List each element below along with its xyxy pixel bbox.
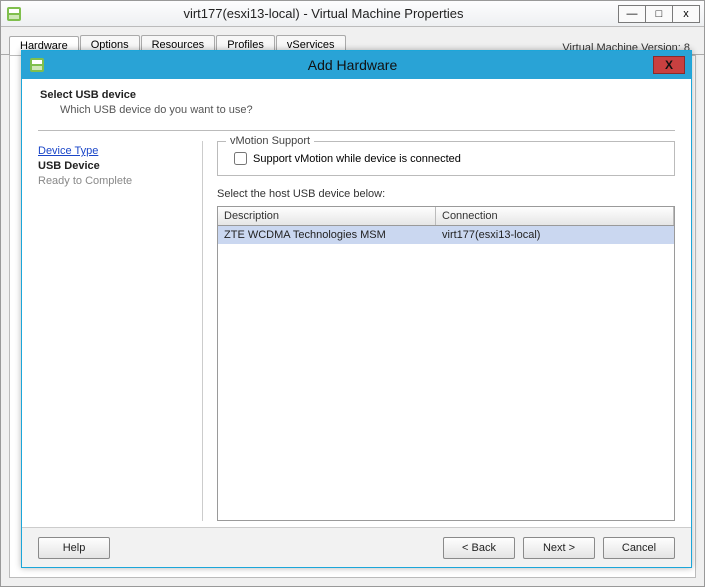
cell-description: ZTE WCDMA Technologies MSM	[218, 226, 436, 244]
parent-window-controls: — □ x	[618, 5, 700, 23]
close-icon: x	[683, 8, 689, 20]
parent-titlebar: virt177(esxi13-local) - Virtual Machine …	[1, 1, 704, 27]
close-button[interactable]: x	[672, 5, 700, 23]
close-icon: X	[665, 58, 673, 72]
col-description[interactable]: Description	[218, 207, 436, 225]
back-button[interactable]: < Back	[443, 537, 515, 559]
select-usb-instruction: Select the host USB device below:	[217, 188, 675, 200]
modal-footer: Help < Back Next > Cancel	[22, 527, 691, 567]
wizard-nav: Device Type USB Device Ready to Complete	[38, 141, 188, 521]
wizard-main: vMotion Support Support vMotion while de…	[217, 141, 675, 521]
grid-body: ZTE WCDMA Technologies MSM virt177(esxi1…	[218, 226, 674, 244]
help-button[interactable]: Help	[38, 537, 110, 559]
wizard-columns: Device Type USB Device Ready to Complete…	[38, 141, 675, 521]
vmotion-checkbox-row[interactable]: Support vMotion while device is connecte…	[234, 152, 664, 165]
maximize-icon: □	[656, 8, 663, 20]
vsphere-icon	[28, 56, 46, 74]
cell-connection: virt177(esxi13-local)	[436, 226, 674, 244]
step-device-type[interactable]: Device Type	[38, 145, 188, 157]
wizard-heading: Select USB device	[40, 89, 675, 101]
maximize-button[interactable]: □	[645, 5, 673, 23]
wizard-subheading: Which USB device do you want to use?	[60, 104, 675, 116]
add-hardware-dialog: Add Hardware X Select USB device Which U…	[21, 50, 692, 568]
usb-device-grid: Description Connection ZTE WCDMA Technol…	[217, 206, 675, 521]
table-row[interactable]: ZTE WCDMA Technologies MSM virt177(esxi1…	[218, 226, 674, 244]
minimize-icon: —	[627, 8, 638, 20]
next-button[interactable]: Next >	[523, 537, 595, 559]
divider-vertical	[202, 141, 203, 521]
modal-title: Add Hardware	[52, 57, 653, 73]
cancel-button[interactable]: Cancel	[603, 537, 675, 559]
col-connection[interactable]: Connection	[436, 207, 674, 225]
step-usb-device: USB Device	[38, 160, 188, 172]
vmotion-support-group: vMotion Support Support vMotion while de…	[217, 141, 675, 176]
divider	[38, 130, 675, 131]
grid-header: Description Connection	[218, 207, 674, 226]
vmotion-checkbox[interactable]	[234, 152, 247, 165]
vmotion-checkbox-label: Support vMotion while device is connecte…	[253, 153, 461, 165]
modal-close-button[interactable]: X	[653, 56, 685, 74]
modal-titlebar: Add Hardware X	[22, 51, 691, 79]
minimize-button[interactable]: —	[618, 5, 646, 23]
parent-window-title: virt177(esxi13-local) - Virtual Machine …	[29, 6, 618, 21]
step-ready-to-complete: Ready to Complete	[38, 175, 188, 187]
modal-body: Select USB device Which USB device do yo…	[22, 79, 691, 527]
vsphere-icon	[5, 5, 23, 23]
group-legend: vMotion Support	[226, 135, 314, 147]
